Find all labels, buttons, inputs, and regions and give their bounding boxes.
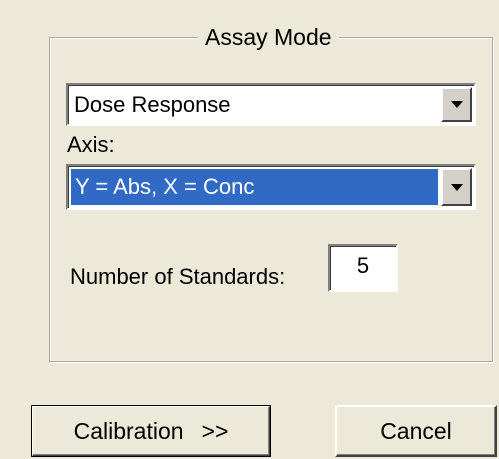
axis-label: Axis: [67,132,115,157]
number-of-standards-input[interactable]: 5 [328,244,398,292]
calibration-button-suffix: >> [201,417,229,444]
number-of-standards-label: Number of Standards: [70,264,286,289]
chevron-down-icon [450,183,463,191]
axis-dropdown[interactable]: Y = Abs, X = Conc [66,164,476,210]
axis-dropdown-button[interactable] [441,168,472,206]
assay-mode-dropdown[interactable]: Dose Response [66,83,476,126]
assay-mode-dropdown-button[interactable] [441,87,472,122]
calibration-button[interactable]: Calibration >> [31,405,271,457]
group-title: Assay Mode [198,23,339,51]
assay-mode-dialog: Assay Mode Dose Response Axis: Y = Abs, … [0,0,499,459]
calibration-button-label: Calibration [73,417,184,444]
chevron-down-icon [450,101,463,108]
axis-value: Y = Abs, X = Conc [71,169,438,205]
assay-mode-value: Dose Response [74,91,231,117]
cancel-button[interactable]: Cancel [335,405,497,457]
